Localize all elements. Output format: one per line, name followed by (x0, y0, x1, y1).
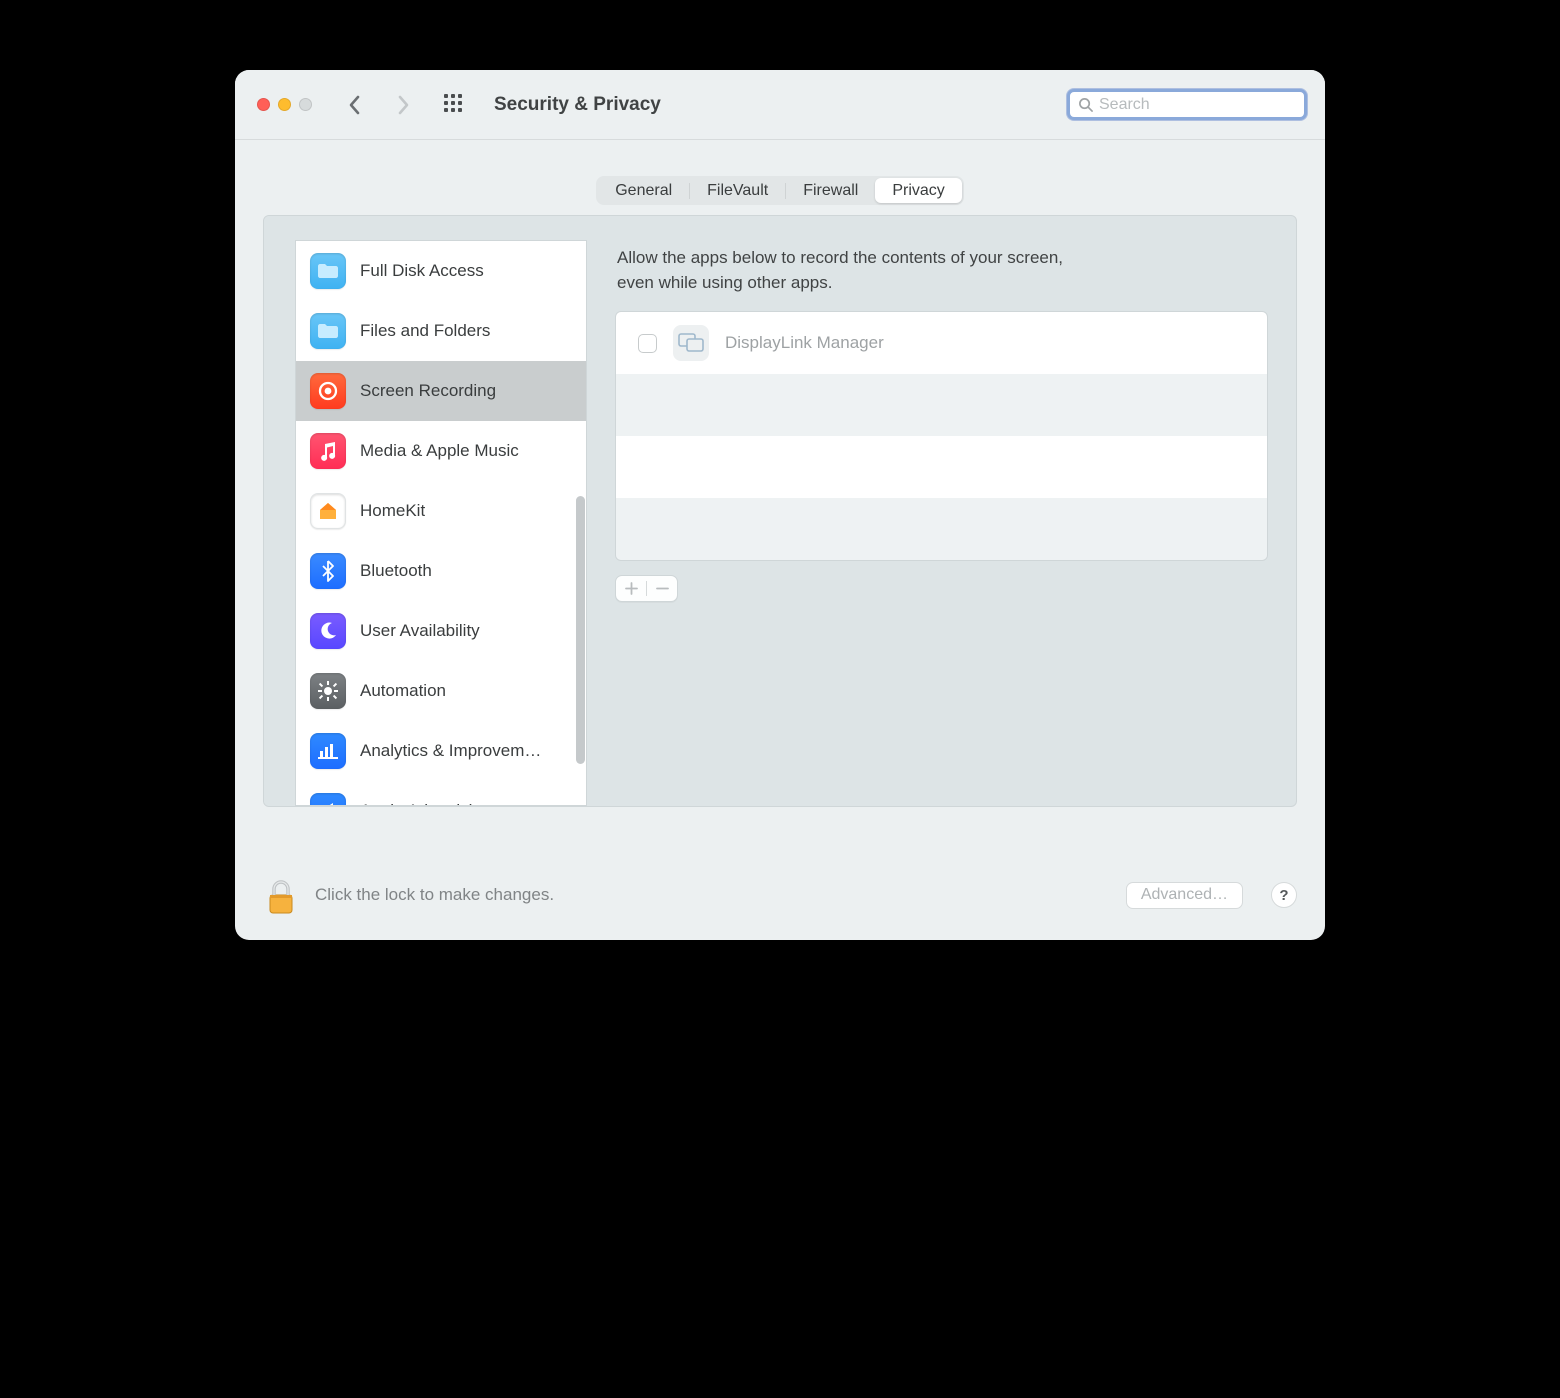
home-icon (310, 493, 346, 529)
sidebar-item-label: Media & Apple Music (360, 441, 519, 461)
lock-button[interactable] (263, 875, 299, 915)
music-icon (310, 433, 346, 469)
app-row-empty (616, 436, 1267, 498)
app-row-empty (616, 498, 1267, 560)
sidebar-item-bluetooth[interactable]: Bluetooth (296, 541, 586, 601)
app-list: DisplayLink Manager (615, 311, 1268, 561)
sidebar-item-automation[interactable]: Automation (296, 661, 586, 721)
chevron-left-icon (348, 95, 362, 115)
search-icon (1078, 97, 1093, 112)
preferences-window: Security & Privacy General FileVault Fir… (235, 70, 1325, 940)
nav-arrows (344, 94, 414, 116)
toolbar: Security & Privacy (235, 70, 1325, 140)
search-field[interactable] (1067, 89, 1307, 120)
back-button[interactable] (344, 94, 366, 116)
tab-general[interactable]: General (598, 178, 689, 203)
app-row[interactable]: DisplayLink Manager (616, 312, 1267, 374)
app-checkbox[interactable] (638, 334, 657, 353)
sidebar-item-label: Apple Advertising (360, 801, 491, 806)
content-pane: Full Disk Access Files and Folders Scree… (263, 215, 1297, 807)
advanced-button[interactable]: Advanced… (1126, 882, 1243, 909)
detail-pane: Allow the apps below to record the conte… (587, 216, 1296, 806)
sidebar-item-files-and-folders[interactable]: Files and Folders (296, 301, 586, 361)
minimize-window-button[interactable] (278, 98, 291, 111)
sidebar-scrollbar[interactable] (576, 496, 585, 764)
tab-privacy[interactable]: Privacy (875, 178, 961, 203)
sidebar-item-user-availability[interactable]: User Availability (296, 601, 586, 661)
gear-icon (310, 673, 346, 709)
tab-filevault[interactable]: FileVault (690, 178, 785, 203)
folder-icon (310, 313, 346, 349)
sidebar-item-label: Full Disk Access (360, 261, 484, 281)
plus-icon (625, 582, 638, 595)
chart-icon (310, 733, 346, 769)
show-all-button[interactable] (444, 94, 466, 116)
sidebar-item-full-disk-access[interactable]: Full Disk Access (296, 241, 586, 301)
detail-description: Allow the apps below to record the conte… (617, 246, 1097, 295)
close-window-button[interactable] (257, 98, 270, 111)
sidebar-item-label: Files and Folders (360, 321, 490, 341)
sidebar-item-label: Bluetooth (360, 561, 432, 581)
app-name: DisplayLink Manager (725, 333, 884, 353)
forward-button[interactable] (392, 94, 414, 116)
remove-app-button[interactable] (647, 582, 677, 595)
chevron-right-icon (396, 95, 410, 115)
window-title: Security & Privacy (494, 94, 661, 116)
privacy-sidebar: Full Disk Access Files and Folders Scree… (264, 216, 587, 806)
displaylink-app-icon (673, 325, 709, 361)
help-button[interactable]: ? (1271, 882, 1297, 908)
segmented-control: General FileVault Firewall Privacy (596, 176, 964, 205)
folder-icon (310, 253, 346, 289)
sidebar-item-label: Screen Recording (360, 381, 496, 401)
lock-hint-text: Click the lock to make changes. (315, 885, 554, 905)
tab-firewall[interactable]: Firewall (786, 178, 875, 203)
bluetooth-icon (310, 553, 346, 589)
sidebar-item-apple-advertising[interactable]: Apple Advertising (296, 781, 586, 806)
sidebar-item-analytics[interactable]: Analytics & Improvem… (296, 721, 586, 781)
add-remove-control (615, 575, 678, 602)
record-icon (310, 373, 346, 409)
minus-icon (656, 582, 669, 595)
tab-bar: General FileVault Firewall Privacy (235, 140, 1325, 215)
sidebar-item-media-apple-music[interactable]: Media & Apple Music (296, 421, 586, 481)
window-controls (257, 98, 312, 111)
sidebar-item-label: Analytics & Improvem… (360, 741, 541, 761)
megaphone-icon (310, 793, 346, 806)
sidebar-item-label: User Availability (360, 621, 480, 641)
app-row-empty (616, 374, 1267, 436)
search-input[interactable] (1099, 96, 1296, 114)
sidebar-item-label: Automation (360, 681, 446, 701)
lock-icon (266, 879, 296, 915)
sidebar-item-screen-recording[interactable]: Screen Recording (296, 361, 586, 421)
zoom-window-button[interactable] (299, 98, 312, 111)
sidebar-item-label: HomeKit (360, 501, 425, 521)
footer: Click the lock to make changes. Advanced… (235, 850, 1325, 940)
sidebar-item-homekit[interactable]: HomeKit (296, 481, 586, 541)
add-app-button[interactable] (616, 582, 646, 595)
moon-icon (310, 613, 346, 649)
